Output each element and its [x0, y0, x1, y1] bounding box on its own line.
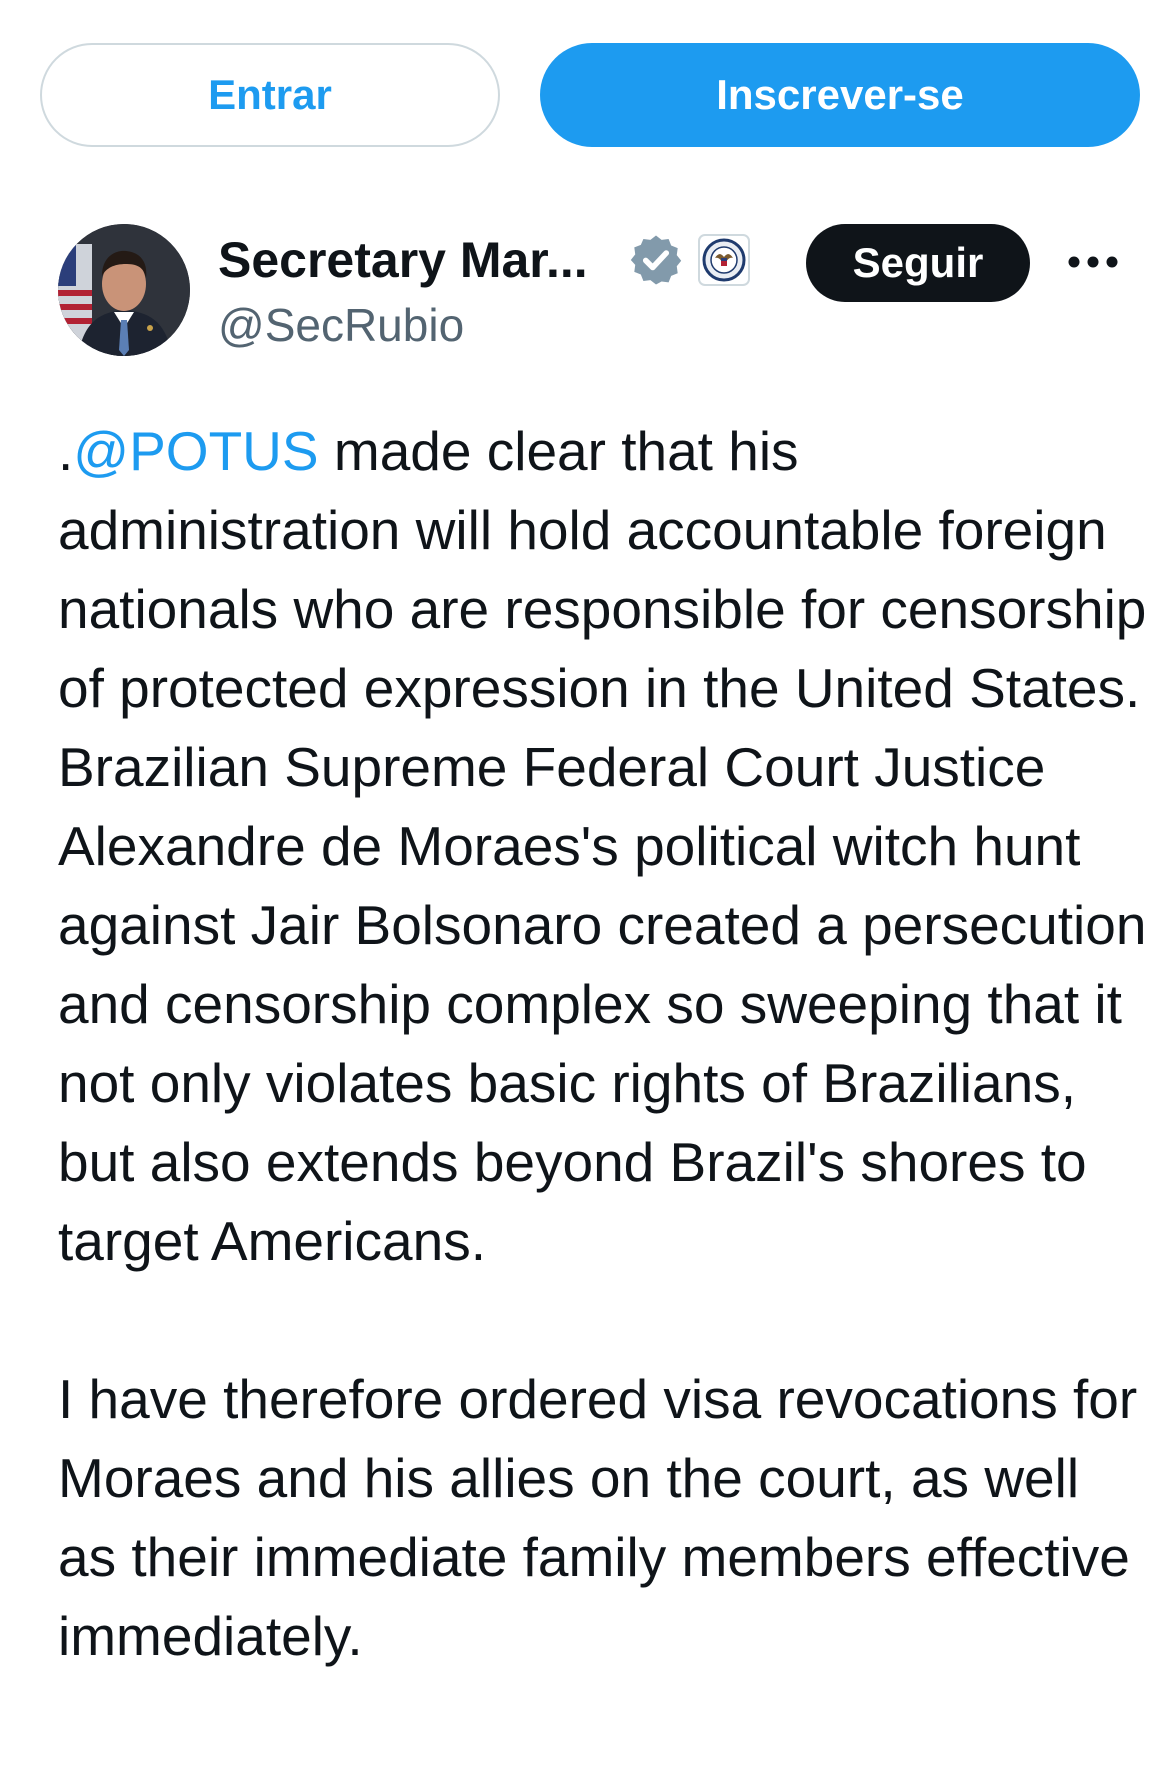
tweet-header: Secretary Mar... @SecRubio Seguir [58, 224, 1148, 358]
user-handle[interactable]: @SecRubio [218, 298, 464, 352]
login-button[interactable]: Entrar [40, 43, 500, 147]
tweet-body-1: administration will hold accountable for… [58, 499, 1147, 1272]
state-department-seal-icon [697, 234, 750, 286]
signup-button[interactable]: Inscrever-se [540, 43, 1140, 147]
display-name[interactable]: Secretary Mar... [218, 231, 588, 289]
avatar[interactable] [58, 224, 190, 356]
mention-link[interactable]: @POTUS [73, 420, 318, 482]
tweet-prefix: . [58, 420, 74, 482]
tweet-paragraph-1: .@POTUS made clear that his administratio… [58, 412, 1148, 1281]
top-bar: Entrar Inscrever-se [40, 43, 1140, 147]
name-row: Secretary Mar... [218, 228, 750, 292]
more-dots-icon[interactable] [1058, 234, 1128, 290]
tweet-paragraph-2: I have therefore ordered visa revocation… [58, 1368, 1138, 1667]
tweet-line-1: made clear that his [318, 420, 799, 482]
verified-badge-icon [630, 235, 681, 285]
follow-button[interactable]: Seguir [806, 224, 1030, 302]
avatar-photo [58, 224, 190, 356]
tweet-text: .@POTUS made clear that his administratio… [58, 412, 1148, 1676]
